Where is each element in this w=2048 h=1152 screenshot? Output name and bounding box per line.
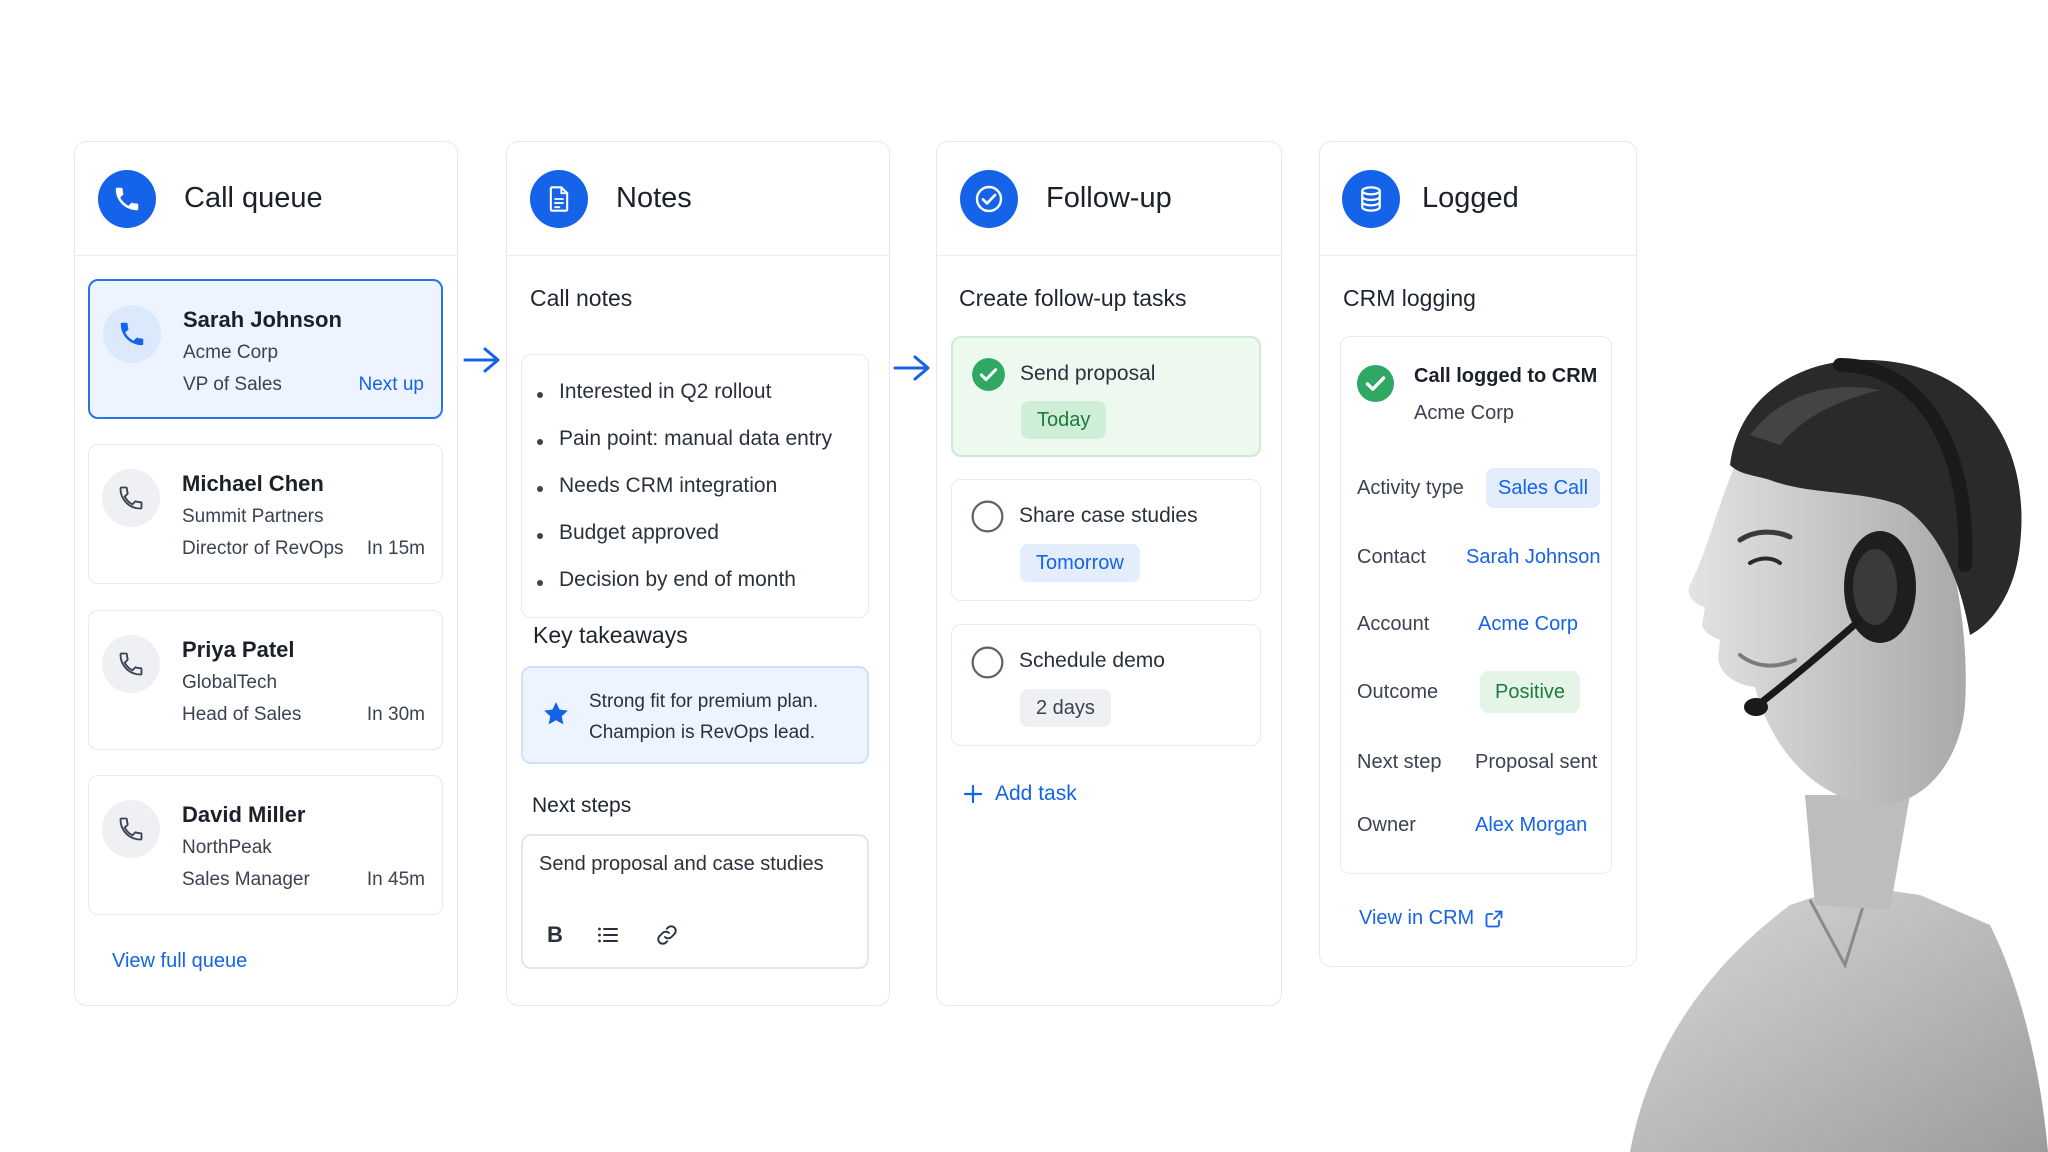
phone-outline-icon — [102, 800, 160, 858]
logged-header: Logged — [1320, 142, 1636, 256]
queue-item-priya-patel[interactable]: Priya Patel GlobalTech Head of Sales In … — [88, 610, 443, 750]
key-takeaway-card: Strong fit for premium plan. Champion is… — [521, 666, 869, 764]
follow-up-header: Follow-up — [937, 142, 1281, 256]
next-steps-text[interactable]: Send proposal and case studies — [539, 853, 824, 876]
list-item: Budget approved — [537, 521, 719, 545]
view-in-crm-link[interactable]: View in CRM — [1359, 907, 1504, 930]
phone-outline-icon — [102, 469, 160, 527]
account-link[interactable]: Acme Corp — [1478, 613, 1578, 636]
call-time: In 45m — [366, 869, 425, 890]
call-queue-panel: Call queue Sarah Johnson Acme Corp VP of… — [74, 141, 458, 1006]
field-label-owner: Owner — [1357, 814, 1416, 836]
next-step-value: Proposal sent — [1475, 751, 1598, 773]
task-title: Send proposal — [1020, 362, 1156, 385]
unchecked-circle-icon[interactable] — [971, 500, 1004, 533]
task-title: Share case studies — [1019, 504, 1198, 527]
next-steps-heading: Next steps — [532, 794, 632, 817]
unchecked-circle-icon[interactable] — [971, 646, 1004, 679]
contact-company: Acme Corp — [183, 342, 279, 363]
database-icon — [1342, 169, 1400, 228]
view-full-queue-link[interactable]: View full queue — [112, 950, 247, 973]
due-chip: 2 days — [1020, 689, 1111, 727]
list-item: Decision by end of month — [537, 568, 796, 592]
create-tasks-heading: Create follow-up tasks — [959, 285, 1187, 311]
list-icon[interactable] — [596, 923, 620, 947]
view-in-crm-label: View in CRM — [1359, 907, 1475, 929]
add-task-button[interactable]: Add task — [963, 782, 1077, 806]
bold-button[interactable]: B — [547, 922, 563, 948]
phone-icon — [98, 169, 156, 228]
due-chip: Today — [1021, 401, 1107, 439]
crm-log-card: Call logged to CRM Acme Corp Activity ty… — [1340, 336, 1612, 874]
link-icon[interactable] — [655, 923, 679, 947]
phone-outline-icon — [102, 635, 160, 693]
takeaway-text: Strong fit for premium plan. Champion is… — [589, 691, 819, 743]
follow-up-panel: Follow-up Create follow-up tasks Send pr… — [936, 141, 1282, 1006]
notes-panel: Notes Call notes Interested in Q2 rollou… — [506, 141, 890, 1006]
log-status-title: Call logged to CRM — [1414, 365, 1598, 387]
call-time: Next up — [358, 374, 424, 395]
contact-role: Director of RevOps — [182, 538, 344, 559]
contact-name: David Miller — [182, 802, 306, 827]
notes-title: Notes — [616, 182, 692, 214]
checked-circle-icon[interactable] — [972, 358, 1005, 391]
call-notes-list: Interested in Q2 rollout Pain point: man… — [521, 354, 869, 618]
contact-name: Michael Chen — [182, 471, 324, 496]
list-item: Interested in Q2 rollout — [536, 380, 771, 404]
contact-link[interactable]: Sarah Johnson — [1466, 546, 1601, 569]
queue-item-david-miller[interactable]: David Miller NorthPeak Sales Manager In … — [88, 775, 443, 915]
contact-name: Priya Patel — [182, 637, 295, 662]
checked-circle-icon — [1357, 365, 1394, 402]
check-circle-icon — [960, 169, 1018, 228]
activity-type-chip: Sales Call — [1486, 468, 1601, 508]
log-status-account: Acme Corp — [1414, 402, 1515, 424]
logged-title: Logged — [1422, 182, 1519, 214]
field-label-account: Account — [1357, 613, 1430, 635]
external-link-icon — [1485, 910, 1503, 927]
queue-item-sarah-johnson[interactable]: Sarah Johnson Acme Corp VP of Sales Next… — [88, 279, 443, 419]
add-task-label: Add task — [995, 782, 1077, 805]
call-queue-title: Call queue — [184, 182, 323, 214]
task-send-proposal[interactable]: Send proposal Today — [951, 336, 1261, 457]
task-schedule-demo[interactable]: Schedule demo 2 days — [951, 624, 1261, 746]
contact-role: VP of Sales — [183, 374, 282, 395]
contact-company: Summit Partners — [182, 506, 324, 527]
owner-link[interactable]: Alex Morgan — [1475, 814, 1587, 837]
next-steps-editor[interactable]: Send proposal and case studies B — [521, 834, 869, 969]
task-share-case-studies[interactable]: Share case studies Tomorrow — [951, 479, 1261, 601]
list-item: Needs CRM integration — [536, 474, 777, 498]
document-icon — [530, 169, 588, 228]
call-time: In 15m — [366, 538, 425, 559]
contact-role: Sales Manager — [182, 869, 310, 890]
arrow-right-icon — [463, 347, 500, 373]
agent-photo — [1630, 358, 2048, 1152]
list-item: Pain point: manual data entry — [536, 427, 832, 451]
field-label-outcome: Outcome — [1357, 681, 1439, 703]
key-takeaways-heading: Key takeaways — [533, 622, 688, 648]
call-notes-heading: Call notes — [530, 285, 633, 311]
contact-role: Head of Sales — [182, 704, 302, 725]
follow-up-title: Follow-up — [1046, 182, 1172, 214]
call-queue-header: Call queue — [75, 142, 457, 256]
field-label-contact: Contact — [1357, 546, 1426, 568]
field-label-next-step: Next step — [1357, 751, 1442, 773]
arrow-right-icon — [893, 355, 930, 381]
contact-company: GlobalTech — [182, 672, 278, 693]
outcome-chip: Positive — [1480, 671, 1581, 713]
notes-header: Notes — [507, 142, 889, 256]
field-label-activity-type: Activity type — [1357, 477, 1464, 499]
task-title: Schedule demo — [1019, 649, 1165, 672]
contact-company: NorthPeak — [182, 837, 272, 858]
contact-name: Sarah Johnson — [183, 307, 342, 332]
due-chip: Tomorrow — [1020, 544, 1140, 582]
call-time: In 30m — [366, 704, 425, 725]
star-icon — [544, 702, 568, 725]
plus-icon — [963, 784, 983, 804]
crm-logging-heading: CRM logging — [1343, 285, 1476, 311]
queue-item-michael-chen[interactable]: Michael Chen Summit Partners Director of… — [88, 444, 443, 584]
phone-icon — [103, 305, 161, 363]
